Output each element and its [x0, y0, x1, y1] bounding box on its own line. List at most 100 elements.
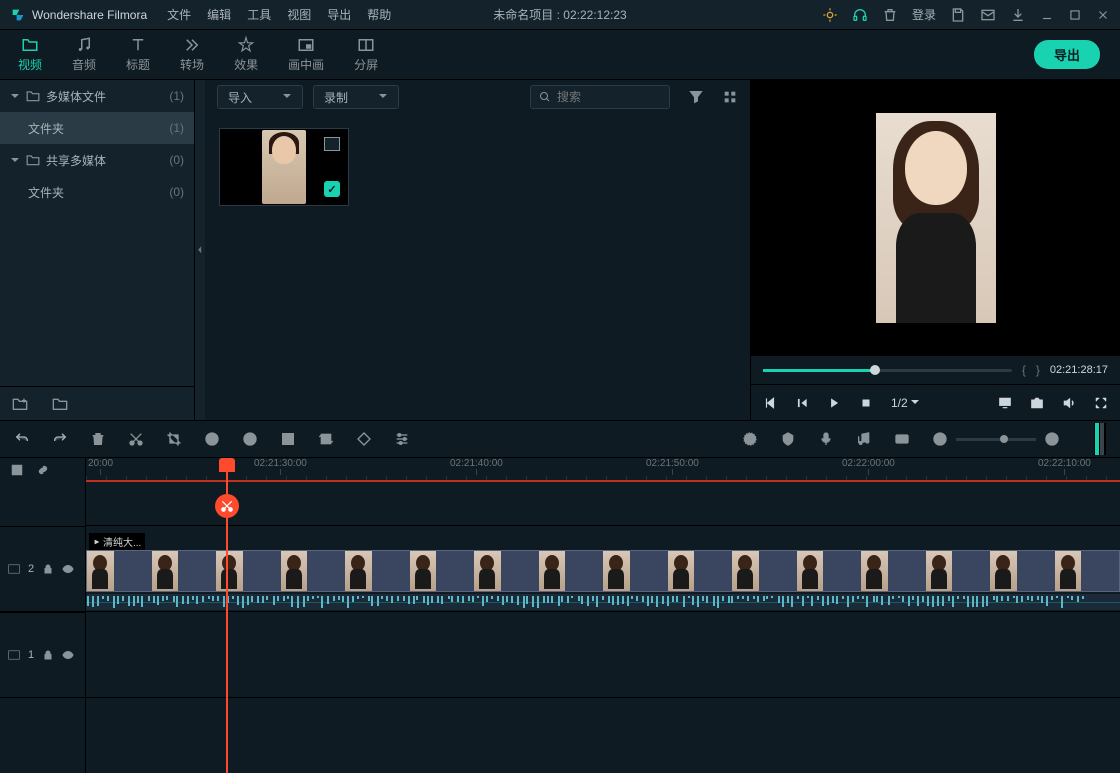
- adjust-icon[interactable]: [394, 431, 410, 447]
- snapshot-icon[interactable]: [1030, 396, 1044, 410]
- search-field[interactable]: [557, 90, 657, 104]
- eye-icon[interactable]: [62, 649, 74, 661]
- stop-icon[interactable]: [859, 396, 873, 410]
- clip-label: 清纯大...: [89, 533, 145, 550]
- speed-icon[interactable]: [204, 431, 220, 447]
- timeline-track-heads: 2 1: [0, 458, 86, 773]
- zoom-in-icon[interactable]: [1044, 431, 1060, 447]
- tree-folder-1[interactable]: 文件夹(1): [0, 112, 194, 144]
- new-folder-icon[interactable]: [12, 397, 28, 411]
- timeline: 2 1 20:0002:21:30:0002:21:40:0002:21:50:…: [0, 458, 1120, 773]
- volume-icon[interactable]: [1062, 396, 1076, 410]
- voiceover-icon[interactable]: [818, 431, 834, 447]
- chevron-down-icon: [282, 93, 292, 101]
- timeline-toolbar: [0, 420, 1120, 458]
- menu-edit[interactable]: 编辑: [207, 6, 231, 23]
- audio-blips: [86, 594, 1120, 610]
- detach-audio-icon[interactable]: [318, 431, 334, 447]
- close-icon[interactable]: [1096, 8, 1110, 22]
- marker-icon[interactable]: [780, 431, 796, 447]
- search-input[interactable]: [530, 85, 670, 109]
- record-dropdown[interactable]: 录制: [313, 85, 399, 109]
- export-button[interactable]: 导出: [1034, 40, 1100, 69]
- zoom-slider[interactable]: [956, 438, 1036, 441]
- menu-tools[interactable]: 工具: [247, 6, 271, 23]
- cut-icon[interactable]: [128, 431, 144, 447]
- menu-export[interactable]: 导出: [327, 6, 351, 23]
- lock-icon[interactable]: [42, 563, 54, 575]
- lock-icon[interactable]: [42, 649, 54, 661]
- fullscreen-icon[interactable]: [1094, 396, 1108, 410]
- play-icon[interactable]: [827, 396, 841, 410]
- color-icon[interactable]: [242, 431, 258, 447]
- playback-rate[interactable]: 1/2: [891, 396, 920, 410]
- app-logo: Wondershare Filmora: [10, 7, 159, 23]
- maximize-icon[interactable]: [1068, 8, 1082, 22]
- filter-icon[interactable]: [688, 89, 704, 105]
- tab-split[interactable]: 分屏: [354, 36, 378, 73]
- chevron-down-icon: [378, 93, 388, 101]
- menu-view[interactable]: 视图: [287, 6, 311, 23]
- render-icon[interactable]: [742, 431, 758, 447]
- timeline-t様tracks-area[interactable]: 20:0002:21:30:0002:21:40:0002:21:50:0002…: [86, 458, 1120, 773]
- app-name: Wondershare Filmora: [32, 8, 147, 22]
- playhead[interactable]: [226, 458, 228, 773]
- sidebar-collapse-handle[interactable]: [195, 80, 205, 420]
- playback-controls: 1/2: [751, 384, 1120, 420]
- video-clip[interactable]: 清纯大...: [86, 550, 1120, 592]
- trash-icon[interactable]: [882, 7, 898, 23]
- login-button[interactable]: 登录: [912, 6, 936, 23]
- delete-icon[interactable]: [90, 431, 106, 447]
- prev-frame-icon[interactable]: [763, 396, 777, 410]
- sidebar: 多媒体文件(1) 文件夹(1) 共享多媒体(0) 文件夹(0): [0, 80, 195, 420]
- green-screen-icon[interactable]: [280, 431, 296, 447]
- audio-meter: [1094, 423, 1106, 455]
- redo-icon[interactable]: [52, 431, 68, 447]
- link-icon[interactable]: [36, 463, 50, 477]
- menu-help[interactable]: 帮助: [367, 6, 391, 23]
- import-dropdown[interactable]: 导入: [217, 85, 303, 109]
- download-icon[interactable]: [1010, 7, 1026, 23]
- video-track-2[interactable]: 清纯大...: [86, 526, 1120, 612]
- mark-in-icon[interactable]: {: [1022, 363, 1026, 377]
- mail-icon[interactable]: [980, 7, 996, 23]
- tree-folder-2[interactable]: 文件夹(0): [0, 176, 194, 208]
- track-head-2[interactable]: 2: [0, 526, 85, 612]
- preview-viewport[interactable]: [751, 80, 1120, 356]
- tree-media-files[interactable]: 多媒体文件(1): [0, 80, 194, 112]
- menu-file[interactable]: 文件: [167, 6, 191, 23]
- timeline-ruler[interactable]: 20:0002:21:30:0002:21:40:0002:21:50:0002…: [86, 458, 1120, 482]
- mark-out-icon[interactable]: }: [1036, 363, 1040, 377]
- mixer-icon[interactable]: [856, 431, 872, 447]
- transition-icon: [182, 36, 202, 54]
- filmstrip-icon[interactable]: [10, 463, 24, 477]
- track-head-1[interactable]: 1: [0, 612, 85, 698]
- undo-icon[interactable]: [14, 431, 30, 447]
- tab-effect[interactable]: 效果: [234, 36, 258, 73]
- keyframe-icon[interactable]: [356, 431, 372, 447]
- grid-view-icon[interactable]: [722, 89, 738, 105]
- eye-icon[interactable]: [62, 563, 74, 575]
- tab-pip[interactable]: 画中画: [288, 36, 324, 73]
- tab-video[interactable]: 视频: [18, 36, 42, 73]
- tab-transition[interactable]: 转场: [180, 36, 204, 73]
- scissor-button[interactable]: [215, 494, 239, 518]
- folder-icon[interactable]: [52, 397, 68, 411]
- sun-icon[interactable]: [822, 7, 838, 23]
- title-right: 登录: [822, 6, 1110, 23]
- media-clip-thumbnail[interactable]: ✓: [219, 128, 349, 206]
- headphones-icon[interactable]: [852, 7, 868, 23]
- tab-audio[interactable]: 音频: [72, 36, 96, 73]
- save-icon[interactable]: [950, 7, 966, 23]
- video-track-1[interactable]: [86, 612, 1120, 698]
- minimize-icon[interactable]: [1040, 8, 1054, 22]
- display-icon[interactable]: [998, 396, 1012, 410]
- step-back-icon[interactable]: [795, 396, 809, 410]
- library-body: ✓: [205, 114, 750, 420]
- zoom-out-icon[interactable]: [932, 431, 948, 447]
- tree-shared-media[interactable]: 共享多媒体(0): [0, 144, 194, 176]
- crop-icon[interactable]: [166, 431, 182, 447]
- seek-track[interactable]: [763, 369, 1012, 372]
- tab-title[interactable]: 标题: [126, 36, 150, 73]
- caption-icon[interactable]: [894, 431, 910, 447]
